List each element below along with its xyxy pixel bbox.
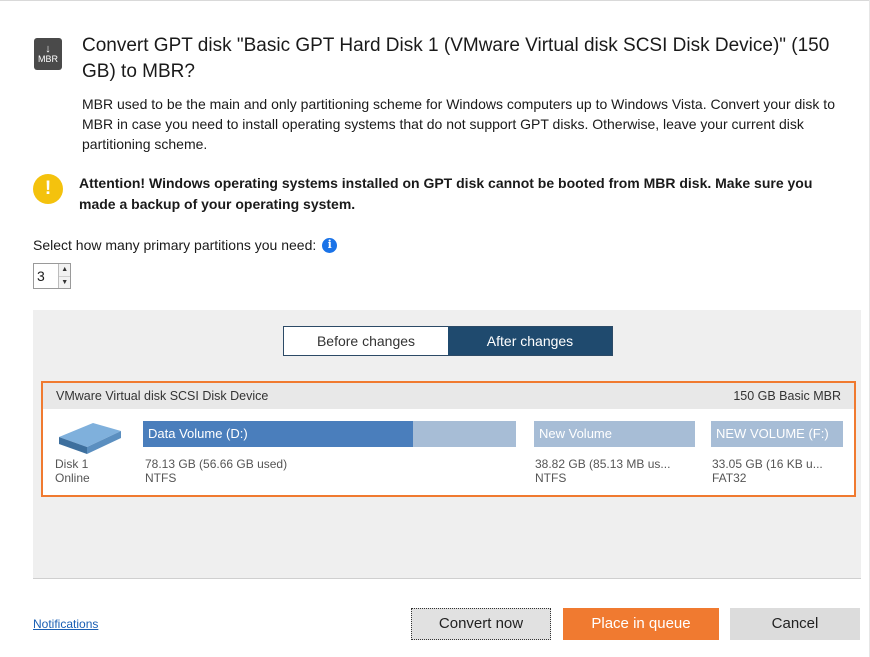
warning-text: Attention! Windows operating systems ins…	[79, 175, 813, 212]
partition-name: New Volume	[539, 426, 612, 441]
stepper-up-button[interactable]: ▲	[59, 264, 70, 277]
tab-before-changes[interactable]: Before changes	[284, 327, 448, 355]
mbr-convert-icon: ↓ MBR	[34, 38, 62, 70]
partition-size: 33.05 GB (16 KB u...	[712, 457, 823, 471]
panel-divider	[33, 578, 861, 579]
disk-status: Online	[55, 471, 90, 485]
partition-fs: FAT32	[712, 471, 747, 485]
partition-info: 38.82 GB (85.13 MB us... NTFS	[535, 457, 670, 485]
partition-size: 78.13 GB (56.66 GB used)	[145, 457, 288, 471]
disk-number: Disk 1	[55, 457, 89, 471]
info-icon[interactable]: i	[322, 237, 338, 253]
disk-name: VMware Virtual disk SCSI Disk Device	[56, 389, 269, 403]
partition-info: 33.05 GB (16 KB u... FAT32	[712, 457, 823, 485]
top-border	[0, 0, 870, 1]
partition-name: Data Volume (D:)	[148, 426, 248, 441]
hard-disk-icon	[59, 423, 121, 454]
partition-fs: NTFS	[535, 471, 567, 485]
partitions-count-value[interactable]: 3	[34, 264, 58, 288]
notifications-link[interactable]: Notifications	[33, 617, 98, 631]
disk-header: VMware Virtual disk SCSI Disk Device 150…	[43, 383, 854, 409]
view-toggle: Before changes After changes	[283, 326, 613, 356]
dialog-description: MBR used to be the main and only partiti…	[82, 96, 835, 152]
partition-fs: NTFS	[145, 471, 177, 485]
mbr-icon-label: MBR	[38, 54, 58, 64]
partition-bar[interactable]: New Volume	[534, 421, 695, 447]
down-arrow-icon: ↓	[45, 43, 51, 55]
cancel-button[interactable]: Cancel	[730, 608, 860, 640]
disk-map[interactable]: VMware Virtual disk SCSI Disk Device 150…	[41, 381, 856, 497]
partitions-count-stepper[interactable]: 3 ▲ ▼	[33, 263, 71, 289]
warning-icon: !	[33, 174, 63, 204]
partition-bar[interactable]: Data Volume (D:)	[143, 421, 516, 447]
partition-bar[interactable]: NEW VOLUME (F:)	[711, 421, 843, 447]
disk-capacity: 150 GB Basic MBR	[733, 389, 841, 403]
convert-now-button[interactable]: Convert now	[411, 608, 551, 640]
place-in-queue-button[interactable]: Place in queue	[563, 608, 719, 640]
dialog-title: Convert GPT disk "Basic GPT Hard Disk 1 …	[82, 35, 830, 82]
partitions-count-row: Select how many primary partitions you n…	[33, 235, 338, 255]
tab-after-changes[interactable]: After changes	[448, 327, 612, 355]
partition-info: 78.13 GB (56.66 GB used) NTFS	[145, 457, 287, 485]
stepper-down-button[interactable]: ▼	[59, 276, 70, 288]
partition-name: NEW VOLUME (F:)	[716, 426, 829, 441]
partition-size: 38.82 GB (85.13 MB us...	[535, 457, 671, 471]
disk-label: Disk 1 Online	[55, 457, 90, 485]
partitions-count-label: Select how many primary partitions you n…	[33, 237, 317, 253]
